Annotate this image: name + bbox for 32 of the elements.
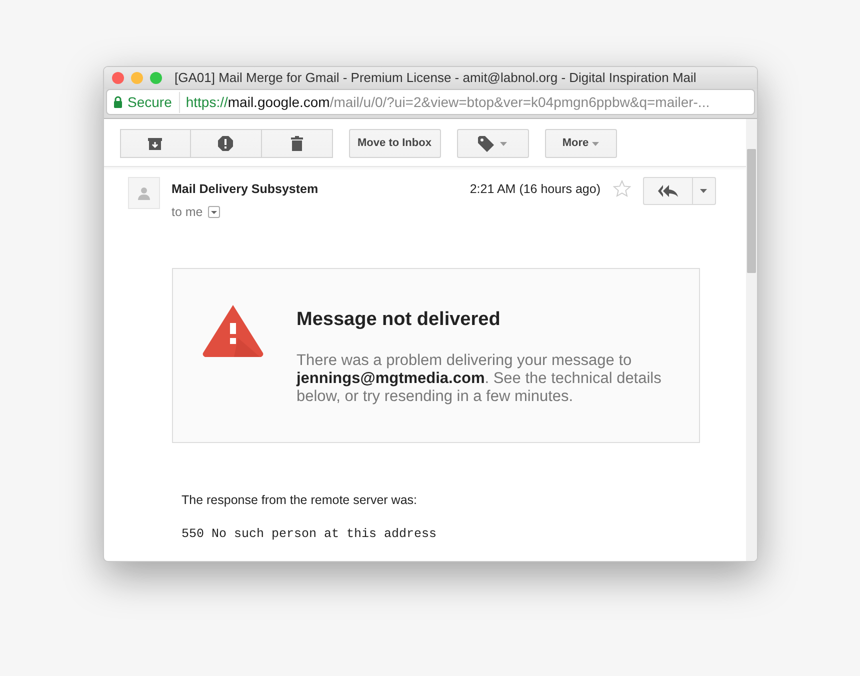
labels-button[interactable] bbox=[456, 129, 528, 158]
move-to-inbox-button[interactable]: Move to Inbox bbox=[348, 129, 440, 158]
notice-title: Message not delivered bbox=[296, 308, 502, 332]
trash-icon bbox=[290, 136, 302, 151]
caret-icon bbox=[592, 142, 599, 146]
notice-message: There was a problem delivering your message to jennings@mgtmedia.com. See the technical details below, or try resending in a few minutes. bbox=[296, 352, 662, 406]
caret-icon bbox=[500, 142, 507, 146]
response-label: The response from the remote server was: bbox=[182, 492, 418, 509]
exclamation-icon bbox=[218, 136, 233, 151]
person-icon bbox=[138, 186, 150, 200]
secure-label: Secure bbox=[128, 92, 172, 112]
warning-icon bbox=[202, 302, 264, 356]
sender-name: Mail Delivery Subsystem bbox=[172, 181, 320, 198]
delete-button[interactable] bbox=[262, 129, 332, 158]
caret-icon bbox=[210, 210, 217, 214]
url-text: https://mail.google.com/mail/u/0/?ui=2&view=btop&ver=k04pmgn6ppbw&q=mailer-... bbox=[186, 92, 710, 112]
archive-button[interactable] bbox=[120, 129, 190, 158]
response-code: 550 No such person at this address bbox=[182, 526, 438, 544]
lock-icon bbox=[112, 96, 122, 108]
more-button[interactable]: More bbox=[544, 129, 616, 158]
report-spam-button[interactable] bbox=[190, 129, 262, 158]
star-icon[interactable] bbox=[612, 180, 630, 197]
window-title: [GA01] Mail Merge for Gmail - Premium License - amit@labnol.org - Digital Inspiration Mail bbox=[174, 69, 696, 88]
caret-icon bbox=[700, 189, 707, 193]
message-time: 2:21 AM (16 hours ago) bbox=[470, 181, 600, 198]
details-dropdown[interactable] bbox=[208, 206, 220, 218]
scrollbar[interactable] bbox=[746, 119, 756, 561]
reply-all-icon bbox=[658, 185, 678, 197]
address-bar[interactable]: Secure https://mail.google.com/mail/u/0/?ui=2&view=btop&ver=k04pmgn6ppbw&q=mailer-... bbox=[106, 89, 754, 115]
tag-icon bbox=[478, 136, 494, 152]
recipient-label: to me bbox=[172, 204, 203, 221]
archive-icon bbox=[148, 138, 162, 150]
